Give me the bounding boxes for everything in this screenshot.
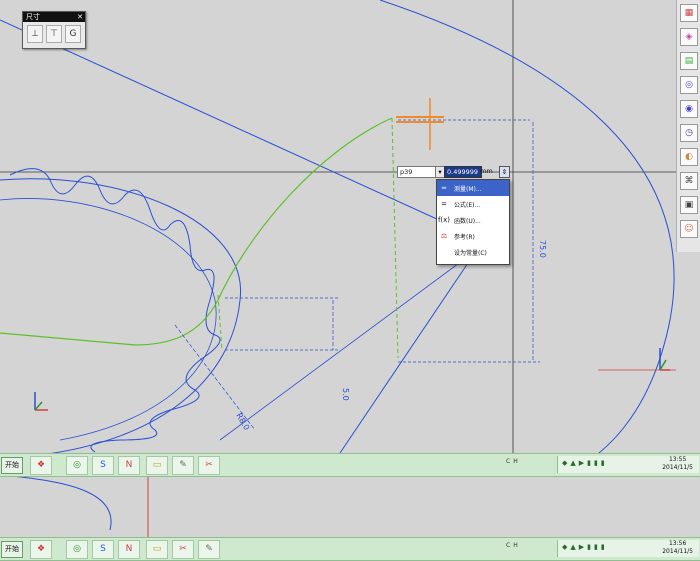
diagonal-line-bottom [339, 259, 471, 454]
menu-item-measure[interactable]: ═ 测量(M)... [437, 180, 509, 196]
green-dashed-vertical [391, 117, 399, 359]
clock-date: 2014/11/5 [662, 464, 693, 471]
reference-icon: ⚖ [440, 232, 448, 240]
resource-bar: ▦ ◈ ▤ ◎ ◉ ◷ ◐ ⌘ ▣ ☺ [676, 0, 700, 252]
dim-label-5: 5.0 [341, 388, 350, 401]
folder-icon[interactable]: ▭ [146, 456, 168, 475]
taskbar-bottom: 开始 ❖ ◎ S N ▭ ✂ ✎ CH ◆▲▶▮▮▮ 13:56 2014/11… [0, 537, 700, 561]
toolbox-title-bar[interactable]: 尺寸 ✕ [23, 12, 85, 22]
app-launcher-icon[interactable]: ❖ [30, 456, 52, 475]
language-indicator[interactable]: CH [506, 458, 521, 465]
close-icon[interactable]: ✕ [77, 12, 83, 22]
orange-highlight-marker [396, 98, 444, 150]
paint-icon[interactable]: ✎ [172, 456, 194, 475]
gear-outer-circle [0, 178, 241, 456]
formula-icon: = [441, 200, 447, 208]
triad-widget-left [34, 392, 48, 411]
start-button-2[interactable]: 开始 [1, 541, 23, 558]
app-launcher-icon-2[interactable]: ❖ [30, 540, 52, 559]
system-tray: ◆▲▶▮▮▮ 13:55 2014/11/5 [557, 456, 699, 473]
menu-item-function[interactable]: f(x) 函数(U)... [437, 212, 509, 228]
dimension-context-menu: ═ 测量(M)... = 公式(E)... f(x) 函数(U)... ⚖ 参考… [436, 179, 510, 265]
manufacturing-wizard-icon[interactable]: ▣ [680, 196, 698, 214]
roles-icon[interactable]: ☺ [680, 220, 698, 238]
unit-label: mm [480, 167, 493, 175]
toolbox-title: 尺寸 [26, 13, 40, 21]
measure-icon: ═ [441, 184, 447, 192]
tray-icons[interactable]: ◆▲▶▮▮▮ [562, 459, 608, 467]
browser-icon-2[interactable]: ◎ [66, 540, 88, 559]
constraint-navigator-icon[interactable]: ◈ [680, 28, 698, 46]
sogou-icon[interactable]: S [92, 456, 114, 475]
system-materials-icon[interactable]: ◐ [680, 148, 698, 166]
snipping-tool-icon-2[interactable]: ✂ [172, 540, 194, 559]
web-browser-icon[interactable]: ◉ [680, 100, 698, 118]
dim-label-75: 75.0 [538, 240, 547, 258]
system-tray-2: ◆▲▶▮▮▮ 13:56 2014/11/5 [557, 540, 699, 557]
clock[interactable]: 13:55 2014/11/5 [662, 456, 693, 472]
process-studio-icon[interactable]: ⌘ [680, 172, 698, 190]
gear-inner-circle [0, 198, 217, 441]
snipping-tool-icon[interactable]: ✂ [198, 456, 220, 475]
taskbar-top: 开始 ❖ ◎ S N ▭ ✎ ✂ CH ◆▲▶▮▮▮ 13:55 2014/11… [0, 453, 700, 477]
diagonal-line-mid [219, 254, 471, 441]
large-arc-curve [379, 0, 675, 471]
reuse-library-icon[interactable]: ◎ [680, 76, 698, 94]
menu-item-reference[interactable]: ⚖ 参考(R) [437, 228, 509, 244]
clock-time: 13:55 [668, 456, 687, 463]
dimension-name-field[interactable]: p39 [397, 166, 437, 178]
nx-app-icon[interactable]: N [118, 456, 140, 475]
assembly-navigator-icon[interactable]: ▦ [680, 4, 698, 22]
function-icon: f(x) [437, 216, 451, 224]
radius-label: R8.0 [234, 412, 251, 432]
radius-dim-icon[interactable]: G [65, 25, 81, 43]
dimension-value-input[interactable]: 0.499999 [444, 166, 482, 178]
triad-widget-right [659, 348, 670, 371]
clock-time-2: 13:56 [668, 540, 687, 547]
browser-icon[interactable]: ◎ [66, 456, 88, 475]
history-icon[interactable]: ◷ [680, 124, 698, 142]
green-baseline [0, 332, 136, 346]
dimension-toolbox: 尺寸 ✕ ⊥ ⊤ G [22, 11, 86, 49]
vertical-dim-icon[interactable]: ⊥ [27, 25, 43, 43]
menu-item-formula[interactable]: = 公式(E)... [437, 196, 509, 212]
menu-item-set-constant[interactable]: 设为常量(C) [437, 244, 509, 260]
clock-2[interactable]: 13:56 2014/11/5 [662, 540, 693, 556]
sogou-icon-2[interactable]: S [92, 540, 114, 559]
lower-gear-arc [0, 474, 112, 531]
horizontal-dim-icon[interactable]: ⊤ [46, 25, 62, 43]
value-menu-button[interactable]: ⇕ [499, 166, 510, 178]
folder-icon-2[interactable]: ▭ [146, 540, 168, 559]
start-button[interactable]: 开始 [1, 457, 23, 474]
green-arc [134, 117, 393, 346]
tray-icons-2[interactable]: ◆▲▶▮▮▮ [562, 543, 608, 551]
paint-icon-2[interactable]: ✎ [198, 540, 220, 559]
part-navigator-icon[interactable]: ▤ [680, 52, 698, 70]
clock-date-2: 2014/11/5 [662, 548, 693, 555]
nx-app-icon-2[interactable]: N [118, 540, 140, 559]
language-indicator-2[interactable]: CH [506, 542, 521, 549]
